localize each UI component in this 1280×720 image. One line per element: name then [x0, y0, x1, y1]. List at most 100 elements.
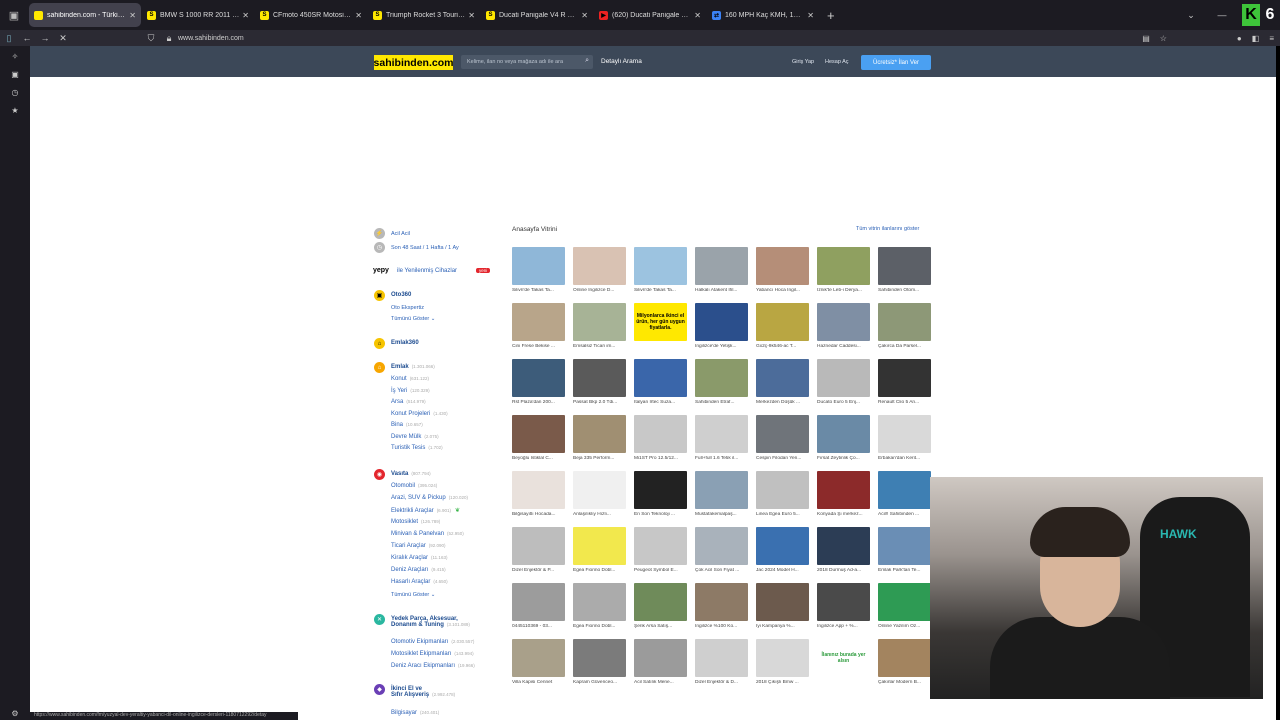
subcategory-link[interactable]: Otomobil (395.024)	[391, 483, 437, 489]
menu-icon[interactable]: ≡	[1269, 34, 1274, 43]
url-field[interactable]: www.sahibinden.com	[178, 35, 244, 42]
showcase-item[interactable]: İlanınız burada yer alsın	[817, 639, 870, 695]
showcase-item[interactable]: Egea Fiorino Dobl...	[573, 583, 626, 639]
close-tab-icon[interactable]: ✕	[242, 11, 249, 20]
subcategory-link[interactable]: Minivan & Panelvan (52.950)	[391, 531, 464, 537]
showcase-item[interactable]: Çok Acil Son Fiyat ...	[695, 527, 748, 583]
bookmark-star-icon[interactable]: ☆	[1160, 34, 1167, 43]
showcase-item[interactable]: Şerik Arsa Satış...	[634, 583, 687, 639]
subcategory-link[interactable]: Otomotiv Ekipmanları (2.030.557)	[391, 639, 474, 645]
search-icon[interactable]: ⌕	[585, 57, 589, 65]
showcase-item[interactable]: Beja 335 Perform...	[573, 415, 626, 471]
vasita-show-all-link[interactable]: Tümünü Göster ⌄	[391, 592, 435, 598]
subcategory-link[interactable]: Kiralık Araçlar (11.163)	[391, 555, 447, 561]
urgent-link[interactable]: Acil Acil	[391, 231, 410, 237]
showcase-item[interactable]: Emsalsiz Ticari im...	[573, 303, 626, 359]
close-tab-icon[interactable]: ✕	[807, 11, 814, 20]
showcase-item[interactable]: Dizel Enjektör & D...	[695, 639, 748, 695]
showcase-item[interactable]: Haznedar Caddesi...	[817, 303, 870, 359]
showcase-item[interactable]: Mi1ST Pro 12.5/12...	[634, 415, 687, 471]
showcase-item[interactable]: İyi Kampanya %...	[756, 583, 809, 639]
showcase-item[interactable]: 0445110369 - 03...	[512, 583, 565, 639]
browser-tab[interactable]: ▶ (620) Ducati Panigale V4S top sp✕	[594, 3, 706, 27]
stop-loading-button[interactable]: ✕	[54, 33, 72, 44]
showcase-item[interactable]: Fırsat Zeytinlik Ço...	[817, 415, 870, 471]
subcategory-link[interactable]: Bilgisayar (240.401)	[391, 710, 439, 716]
subcategory-link[interactable]: Arazi, SUV & Pickup (120.020)	[391, 495, 468, 501]
showcase-item[interactable]: Yabancı Hoca İngil...	[756, 247, 809, 303]
showcase-item[interactable]: Halkalı Atakent Ihl...	[695, 247, 748, 303]
showcase-item[interactable]: Sahibinden Etraf...	[695, 359, 748, 415]
subcategory-link[interactable]: Motosiklet (126.789)	[391, 519, 440, 525]
search-input[interactable]: Kelime, ilan no veya mağaza adı ile ara …	[461, 55, 593, 69]
subcategory-link[interactable]: Konut Projeleri (1.430)	[391, 411, 448, 417]
showcase-item[interactable]: Erbakan'dan Kerit...	[878, 415, 931, 471]
showcase-item[interactable]: Emlak Park'tan Te...	[878, 527, 931, 583]
subcategory-link[interactable]: Deniz Araçları (9.415)	[391, 567, 446, 573]
recent-link[interactable]: Son 48 Saat / 1 Hafta / 1 Ay	[391, 245, 459, 251]
showcase-item[interactable]: 2018 Durmuş Ad-a...	[817, 527, 870, 583]
ai-sparkle-icon[interactable]: ✧	[12, 52, 19, 61]
reading-list-icon[interactable]: ▣	[11, 70, 19, 79]
showcase-item[interactable]: Online Yazılım Öz...	[878, 583, 931, 639]
close-tab-icon[interactable]: ✕	[581, 11, 588, 20]
showcase-item[interactable]: Cini Frese Bekise ...	[512, 303, 565, 359]
minimize-button[interactable]: —	[1202, 10, 1242, 20]
close-tab-icon[interactable]: ✕	[129, 11, 136, 20]
showcase-item[interactable]: İtalyan Irtec Suza...	[634, 359, 687, 415]
showcase-item[interactable]: Jac 2024 Model H...	[756, 527, 809, 583]
browser-tab[interactable]: S CFmoto 450SR Motosiklet Fiyat✕	[255, 3, 367, 27]
vasita-category[interactable]: Vasıta (807.794)	[391, 471, 431, 477]
site-logo[interactable]: sahibinden.com	[374, 55, 453, 70]
showcase-item[interactable]: Mustafakemalpaş...	[695, 471, 748, 527]
showcase-item[interactable]: İngilizce App + %...	[817, 583, 870, 639]
browser-tab[interactable]: ⇄ 160 MPH Kaç KMH, 160 Mil Saa✕	[707, 3, 819, 27]
subcategory-link[interactable]: Konut (631.122)	[391, 376, 429, 382]
showcase-item[interactable]: Kapram Güvenceo...	[573, 639, 626, 695]
browser-tab[interactable]: S Ducati Panigale V4 R 2023 Mod✕	[481, 3, 593, 27]
showcase-item[interactable]: Merkezden Düşük ...	[756, 359, 809, 415]
new-tab-button[interactable]: +	[827, 8, 835, 23]
showcase-item[interactable]: Rst Plaza'dan 200...	[512, 359, 565, 415]
browser-tab[interactable]: S BMW S 1000 RR 2011 Model Sı✕	[142, 3, 254, 27]
chevron-down-icon[interactable]: ⌄	[1180, 10, 1202, 21]
showcase-item[interactable]: Acil!! Sahibinden ...	[878, 471, 931, 527]
showcase-item[interactable]: Villa Kapisi Cennet	[512, 639, 565, 695]
browser-tab[interactable]: S Triumph Rocket 3 Touring 2015✕	[368, 3, 480, 27]
showcase-item[interactable]: Gx2ç-9k546-ac T...	[756, 303, 809, 359]
bookmarks-star-icon[interactable]: ★	[11, 106, 18, 115]
shield-icon[interactable]: ⛉	[142, 33, 160, 44]
emlak360-link[interactable]: Emlak360	[391, 340, 419, 346]
subcategory-link[interactable]: Turistik Tesis (1.702)	[391, 445, 443, 451]
login-link[interactable]: Giriş Yap	[792, 59, 814, 65]
reader-view-icon[interactable]: ▤	[1142, 34, 1150, 43]
showcase-item[interactable]: Sahibinden Otom...	[878, 247, 931, 303]
sidebar-toggle-icon[interactable]: ▯	[0, 33, 18, 44]
forward-button[interactable]: →	[36, 33, 54, 43]
showcase-item[interactable]: Full+full 1.6 Tetik il...	[695, 415, 748, 471]
close-tab-icon[interactable]: ✕	[355, 11, 362, 20]
account-icon[interactable]: ●	[1237, 34, 1242, 43]
showcase-item[interactable]: Beyoğlu İstiklal C...	[512, 415, 565, 471]
settings-gear-icon[interactable]: ⚙	[11, 709, 18, 718]
showcase-item[interactable]: Konyada Şi merkez...	[817, 471, 870, 527]
subcategory-link[interactable]: Hasarlı Araçlar (4.650)	[391, 579, 448, 585]
history-icon[interactable]: ◷	[12, 88, 19, 97]
extensions-icon[interactable]: ◧	[1252, 34, 1260, 43]
browser-tab[interactable]: sahibinden.com - Türkiye'nin Cit✕	[29, 3, 141, 27]
showcase-item[interactable]: Renault Clio 5 An...	[878, 359, 931, 415]
back-button[interactable]: ←	[18, 33, 36, 43]
oto360-link[interactable]: Oto360	[391, 292, 411, 298]
showcase-item[interactable]: Silivri'de Takas Ta...	[634, 247, 687, 303]
yedek-category[interactable]: Yedek Parça, Aksesuar, Donanım & Tuning(…	[391, 616, 470, 628]
detailed-search-link[interactable]: Detaylı Arama	[601, 58, 642, 65]
emlak-category[interactable]: Emlak (1.301.066)	[391, 364, 435, 370]
subcategory-link[interactable]: Motosiklet Ekipmanları (143.994)	[391, 651, 474, 657]
showcase-item[interactable]: Dizel Enjektör & P...	[512, 527, 565, 583]
showcase-item[interactable]: Milyonlarca ikinci el ürün, her gün uygu…	[634, 303, 687, 359]
oto-expertiz-link[interactable]: Oto Ekspertiz	[391, 305, 424, 311]
showcase-item[interactable]: Çakırlar Modern B...	[878, 639, 931, 695]
showcase-item[interactable]: Egea Fiorino Dobl...	[573, 527, 626, 583]
subcategory-link[interactable]: Elektrikli Araçlar (6.901) ❦	[391, 507, 460, 514]
show-all-link[interactable]: Tümünü Göster ⌄	[391, 316, 435, 322]
